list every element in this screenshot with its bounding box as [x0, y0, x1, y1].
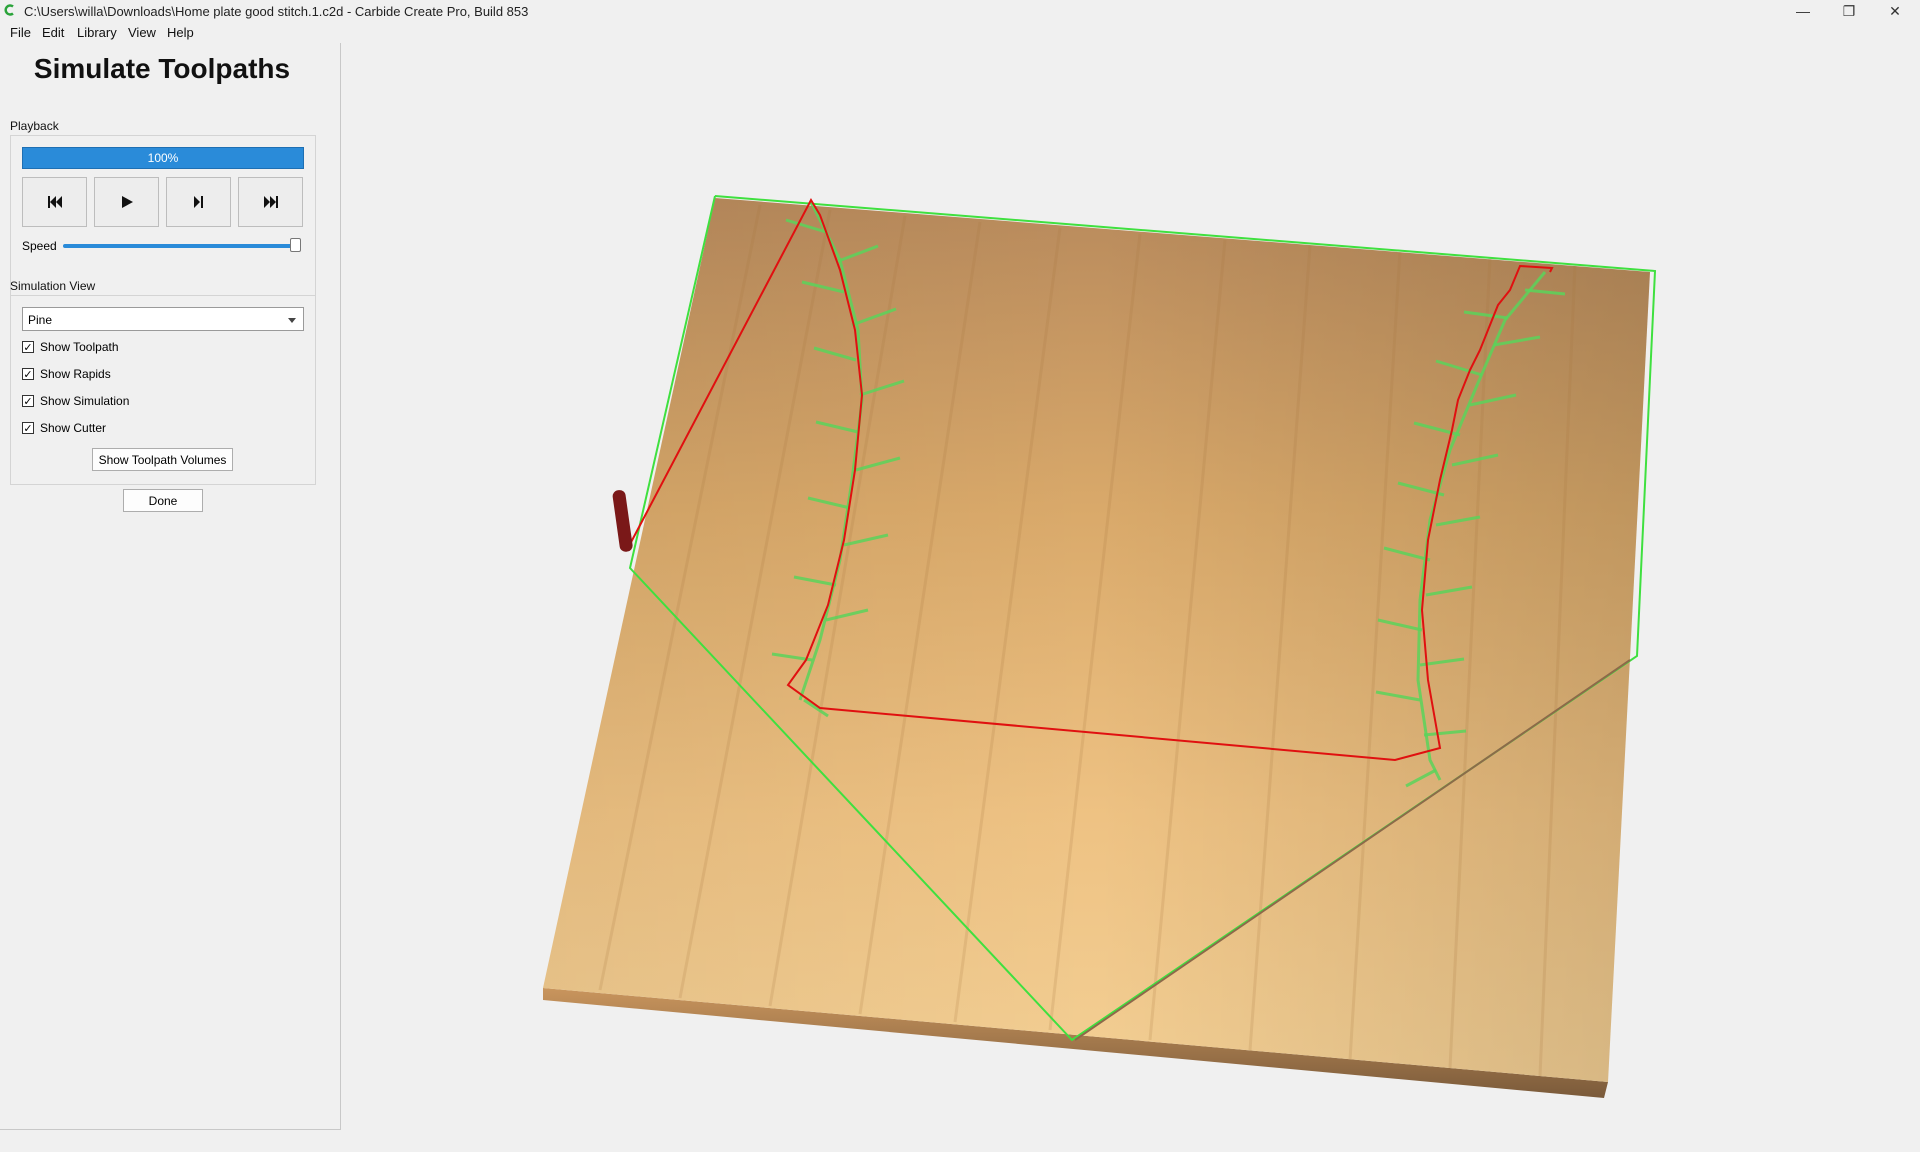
simulate-panel: Simulate Toolpaths Playback 100% Speed S…: [0, 43, 341, 1130]
panel-title: Simulate Toolpaths: [33, 53, 291, 84]
progress-text: 100%: [147, 151, 179, 165]
minimize-button[interactable]: —: [1780, 0, 1826, 22]
menu-bar: File Edit Library View Help: [0, 22, 1920, 43]
menu-view[interactable]: View: [128, 25, 156, 40]
simulation-view-label: Simulation View: [10, 279, 96, 293]
play-icon: [121, 196, 133, 208]
material-select[interactable]: Pine: [22, 307, 304, 331]
show-toolpath-volumes-label: Show Toolpath Volumes: [98, 452, 227, 467]
show-toolpath-volumes-button[interactable]: Show Toolpath Volumes: [92, 448, 233, 471]
playback-label: Playback: [10, 119, 59, 133]
skip-to-end-button[interactable]: [238, 177, 303, 227]
show-rapids-checkbox[interactable]: ✓: [22, 368, 34, 380]
show-rapids-row[interactable]: ✓ Show Rapids: [22, 366, 111, 382]
show-cutter-label: Show Cutter: [40, 421, 107, 435]
show-toolpath-checkbox[interactable]: ✓: [22, 341, 34, 353]
done-button[interactable]: Done: [123, 489, 203, 512]
speed-label: Speed: [22, 239, 57, 253]
show-simulation-label: Show Simulation: [40, 394, 130, 408]
simulation-view-group: Pine ✓ Show Toolpath ✓ Show Rapids ✓ Sho…: [10, 295, 316, 485]
title-bar: C:\Users\willa\Downloads\Home plate good…: [0, 0, 1920, 22]
carbide-app-icon: [4, 4, 14, 16]
step-forward-button[interactable]: [166, 177, 231, 227]
progress-bar: 100%: [22, 147, 304, 169]
menu-file[interactable]: File: [10, 25, 31, 40]
window-title: C:\Users\willa\Downloads\Home plate good…: [24, 4, 529, 19]
show-simulation-checkbox[interactable]: ✓: [22, 395, 34, 407]
cutter-tool: [612, 490, 633, 552]
chevron-down-icon: [288, 318, 296, 323]
simulation-scene: [543, 195, 1657, 1098]
show-rapids-label: Show Rapids: [40, 367, 111, 381]
skip-to-start-icon: [47, 196, 62, 208]
menu-library[interactable]: Library: [77, 25, 117, 40]
skip-to-end-icon: [263, 196, 278, 208]
close-button[interactable]: ✕: [1872, 0, 1918, 22]
rewind-button[interactable]: [22, 177, 87, 227]
minimize-icon: —: [1796, 3, 1810, 19]
close-icon: ✕: [1889, 2, 1901, 19]
speed-slider-handle[interactable]: [290, 238, 301, 252]
step-forward-icon: [193, 196, 203, 208]
speed-slider-track[interactable]: [63, 244, 295, 248]
show-toolpath-row[interactable]: ✓ Show Toolpath: [22, 339, 119, 355]
show-simulation-row[interactable]: ✓ Show Simulation: [22, 393, 129, 409]
menu-help[interactable]: Help: [167, 25, 194, 40]
show-cutter-checkbox[interactable]: ✓: [22, 422, 34, 434]
show-cutter-row[interactable]: ✓ Show Cutter: [22, 420, 106, 436]
restore-button[interactable]: ❐: [1826, 0, 1872, 22]
simulation-viewport[interactable]: [341, 43, 1920, 1129]
play-button[interactable]: [94, 177, 159, 227]
material-select-value: Pine: [28, 313, 53, 327]
show-toolpath-label: Show Toolpath: [40, 340, 119, 354]
restore-icon: ❐: [1842, 2, 1856, 19]
menu-edit[interactable]: Edit: [42, 25, 64, 40]
done-label: Done: [148, 493, 178, 508]
